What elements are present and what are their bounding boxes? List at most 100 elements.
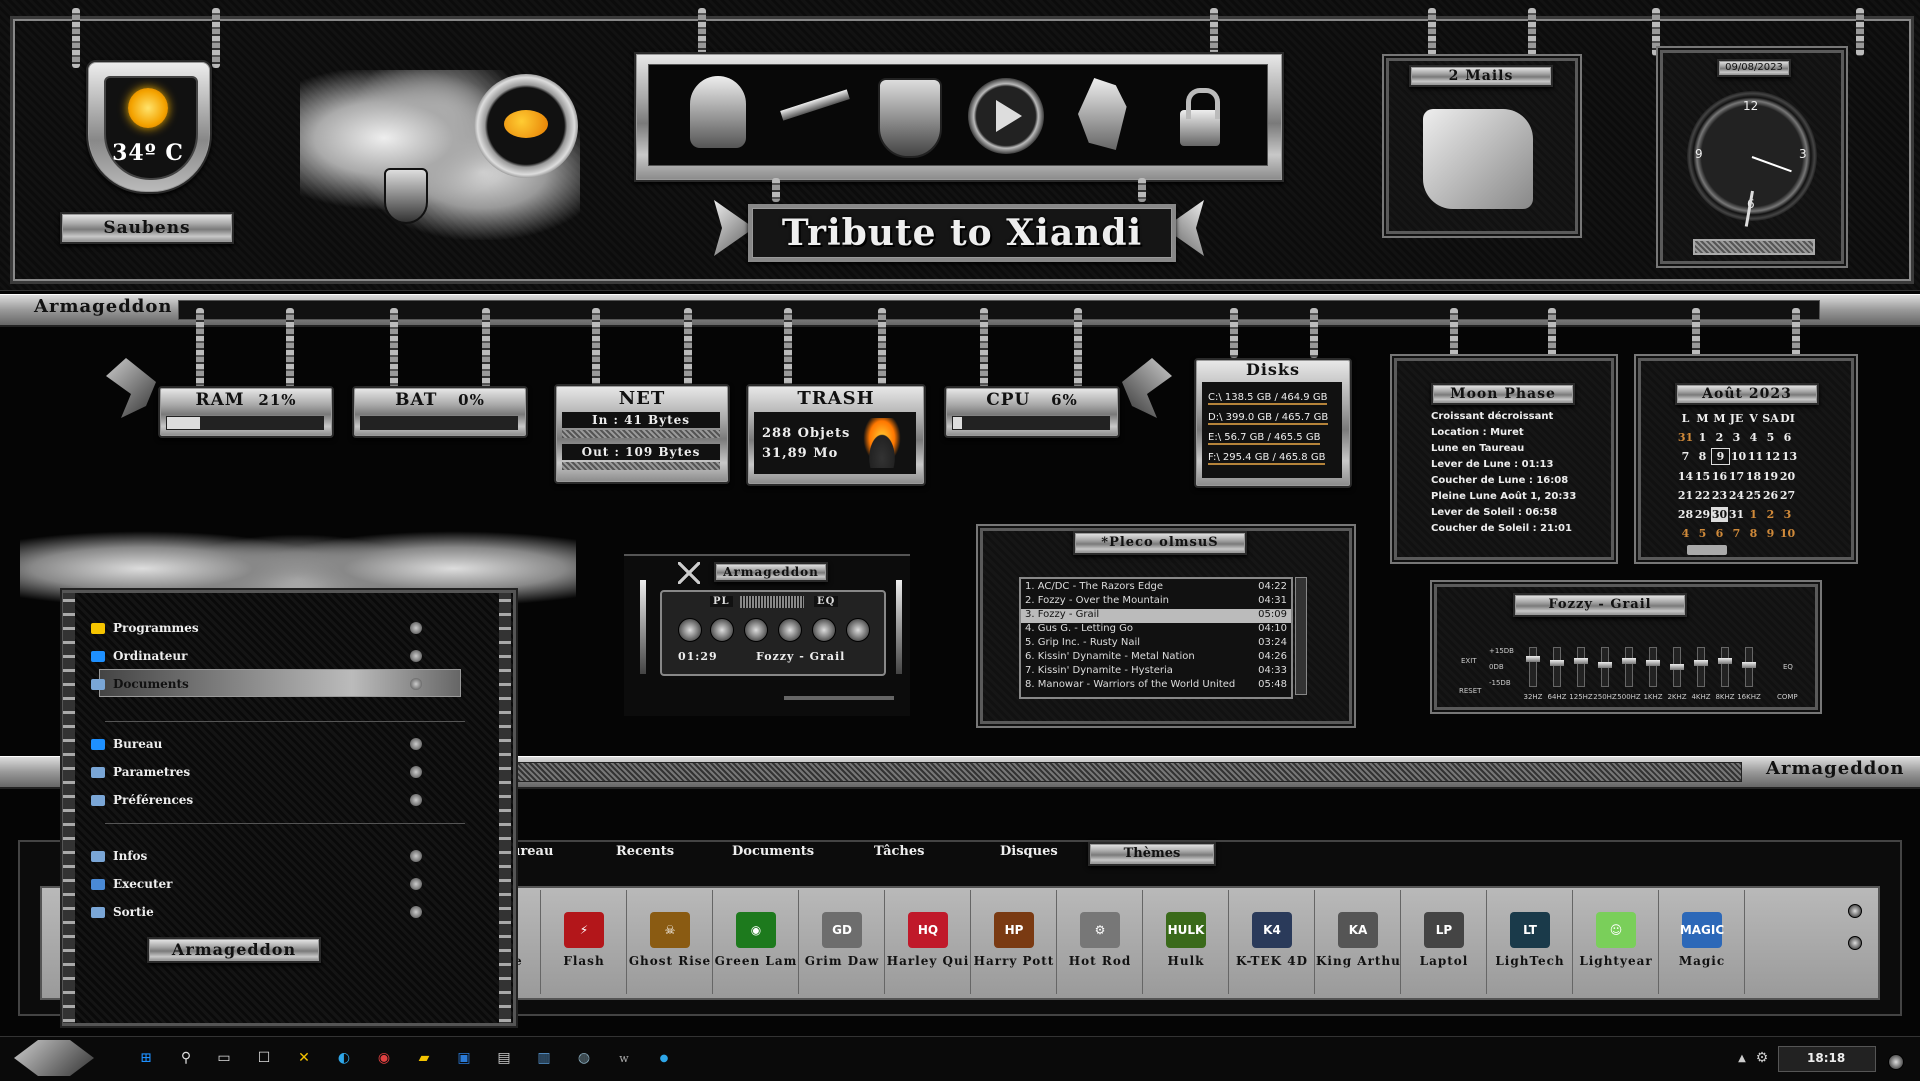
calendar-day[interactable]: 25 — [1745, 488, 1762, 503]
eq-knob[interactable] — [1718, 658, 1732, 664]
tab-taches[interactable]: Tâches — [874, 844, 924, 859]
play-button[interactable] — [744, 618, 768, 642]
notepad-icon[interactable]: ▤ — [494, 1048, 514, 1068]
calendar-day[interactable]: 23 — [1711, 488, 1728, 503]
next-button[interactable] — [812, 618, 836, 642]
windows-start-icon[interactable]: ⊞ — [136, 1048, 156, 1068]
app-icon[interactable]: ▣ — [454, 1048, 474, 1068]
menu-item[interactable]: Programmes — [91, 617, 422, 639]
calendar-day[interactable]: 10 — [1779, 526, 1796, 541]
calendar-day[interactable]: 29 — [1694, 507, 1711, 522]
playlist-track[interactable]: 1. AC/DC - The Razors Edge 04:22 — [1021, 581, 1291, 595]
playlist-track[interactable]: 6. Kissin' Dynamite - Metal Nation 04:26 — [1021, 651, 1291, 665]
eq-comp-label[interactable]: COMP — [1777, 693, 1798, 701]
eject-button[interactable] — [846, 618, 870, 642]
dock-tile[interactable]: K4 K-TEK 4D — [1230, 890, 1315, 994]
weather-widget[interactable]: 34º C — [86, 60, 212, 200]
calendar-day[interactable]: 9 — [1711, 448, 1730, 465]
menu-item[interactable]: Ordinateur — [91, 645, 422, 667]
steam-icon[interactable]: ◍ — [574, 1048, 594, 1068]
shield-icon[interactable] — [878, 78, 942, 158]
dock-tile[interactable]: LP Laptol — [1402, 890, 1487, 994]
playlist-track[interactable]: 8. Manowar - Warriors of the World Unite… — [1021, 679, 1291, 693]
wacom-icon[interactable]: w — [614, 1048, 634, 1068]
eq-knob[interactable] — [1694, 660, 1708, 666]
play-icon[interactable] — [968, 78, 1044, 154]
prev-button[interactable] — [678, 618, 702, 642]
tab-documents[interactable]: Documents — [732, 844, 814, 859]
eq-eq-label[interactable]: EQ — [1783, 663, 1793, 671]
fish-button[interactable] — [474, 74, 578, 178]
eq-knob[interactable] — [1550, 660, 1564, 666]
file-icon[interactable]: ▥ — [534, 1048, 554, 1068]
dock-tile[interactable]: ⚡ Flash — [542, 890, 627, 994]
playlist-tracks[interactable]: 1. AC/DC - The Razors Edge 04:22 2. Fozzy … — [1019, 577, 1293, 699]
search-icon[interactable]: ⚲ — [176, 1048, 196, 1068]
chat-icon[interactable]: ☐ — [254, 1048, 274, 1068]
calendar-day[interactable]: 14 — [1677, 469, 1694, 484]
calendar-day[interactable]: 4 — [1745, 430, 1762, 445]
dot-icon[interactable]: ● — [654, 1048, 674, 1068]
calendar-day[interactable]: 3 — [1728, 430, 1745, 445]
dock-tile[interactable]: ⚙ Hot Rod — [1058, 890, 1143, 994]
eq-knob[interactable] — [1742, 662, 1756, 668]
calendar-day[interactable]: 31 — [1728, 507, 1745, 522]
calendar-day[interactable]: 7 — [1677, 449, 1694, 464]
tab-themes[interactable]: Thèmes — [1088, 842, 1216, 866]
trash-widget[interactable]: TRASH 288 Objets 31,89 Mo — [746, 384, 926, 486]
playlist-scrollbar[interactable] — [1295, 577, 1307, 695]
eq-reset[interactable]: RESET — [1459, 687, 1481, 695]
tray-clock[interactable]: 18:18 — [1778, 1046, 1876, 1072]
calendar-day[interactable]: 11 — [1747, 449, 1764, 464]
calendar-day[interactable]: 6 — [1779, 430, 1796, 445]
eq-slider[interactable] — [1742, 647, 1756, 687]
menu-item[interactable]: Infos — [91, 845, 422, 867]
menu-item[interactable]: Parametres — [91, 761, 422, 783]
menu-item[interactable]: Préférences — [91, 789, 422, 811]
eq-slider[interactable] — [1646, 647, 1660, 687]
calendar-day[interactable]: 13 — [1781, 449, 1798, 464]
calendar-day[interactable]: 3 — [1779, 507, 1796, 522]
dock-tile[interactable]: ☠ Ghost Rise — [628, 890, 713, 994]
calendar-day[interactable]: 26 — [1762, 488, 1779, 503]
show-desktop-button[interactable] — [1888, 1054, 1904, 1070]
edge-icon[interactable]: ◐ — [334, 1048, 354, 1068]
menu-footer[interactable]: Armageddon — [147, 937, 321, 963]
dock-tile[interactable]: ◉ Green Lam — [714, 890, 799, 994]
eq-toggle[interactable]: EQ — [814, 596, 839, 607]
calendar-day[interactable]: 1 — [1745, 507, 1762, 522]
dock-scroll-up[interactable] — [1848, 904, 1862, 918]
calendar-day[interactable]: 22 — [1694, 488, 1711, 503]
calendar-day[interactable]: 12 — [1764, 449, 1781, 464]
calendar-day[interactable]: 30 — [1711, 507, 1728, 522]
calendar-day[interactable]: 6 — [1711, 526, 1728, 541]
calendar-day[interactable]: 1 — [1694, 430, 1711, 445]
calendar-day[interactable]: 15 — [1694, 469, 1711, 484]
eq-slider[interactable] — [1598, 647, 1612, 687]
calendar-nav[interactable] — [1687, 545, 1727, 555]
stop-button[interactable] — [778, 618, 802, 642]
chrome-icon[interactable]: ◉ — [374, 1048, 394, 1068]
playlist-track[interactable]: 5. Grip Inc. - Rusty Nail 03:24 — [1021, 637, 1291, 651]
tab-recents[interactable]: Recents — [616, 844, 674, 859]
dock-scroll-down[interactable] — [1848, 936, 1862, 950]
playlist-track[interactable]: 7. Kissin' Dynamite - Hysteria 04:33 — [1021, 665, 1291, 679]
eq-slider[interactable] — [1694, 647, 1708, 687]
volume-slider[interactable] — [784, 696, 894, 700]
eq-knob[interactable] — [1526, 656, 1540, 662]
eq-knob[interactable] — [1598, 662, 1612, 668]
calendar-day[interactable]: 4 — [1677, 526, 1694, 541]
menu-item[interactable]: Sortie — [91, 901, 422, 923]
calendar-day[interactable]: 28 — [1677, 507, 1694, 522]
pause-button[interactable] — [710, 618, 734, 642]
calendar-day[interactable]: 27 — [1779, 488, 1796, 503]
eq-slider[interactable] — [1574, 647, 1588, 687]
folder-icon[interactable]: ▰ — [414, 1048, 434, 1068]
tools-icon[interactable]: ✕ — [294, 1048, 314, 1068]
dock-tile[interactable]: HULK Hulk — [1144, 890, 1229, 994]
eq-slider[interactable] — [1526, 647, 1540, 687]
calendar-day[interactable]: 18 — [1745, 469, 1762, 484]
dock-tile[interactable]: MAGIC Magic — [1660, 890, 1745, 994]
menu-item[interactable]: Executer — [91, 873, 422, 895]
calendar-day[interactable]: 5 — [1694, 526, 1711, 541]
